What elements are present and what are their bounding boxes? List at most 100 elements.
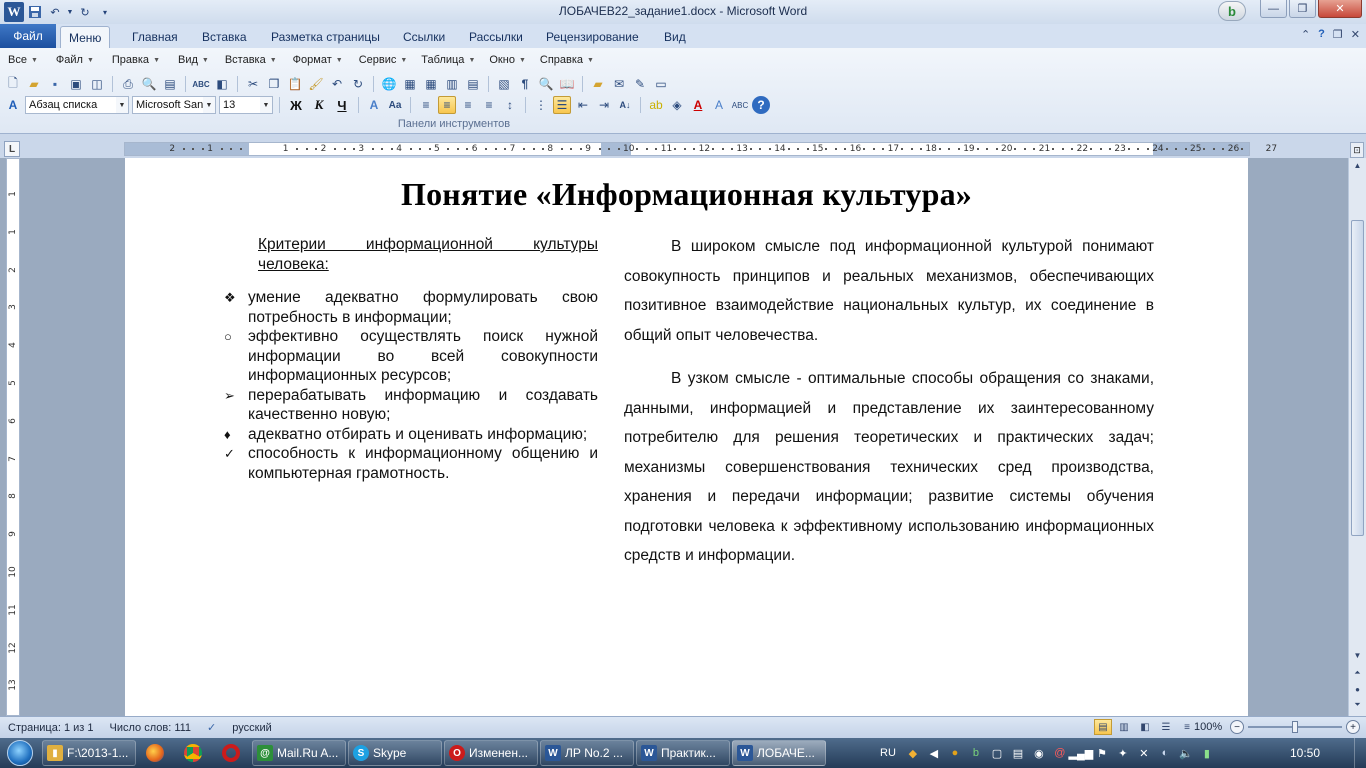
open-icon[interactable]: ▰: [25, 75, 43, 93]
drawing-icon[interactable]: ▤: [464, 75, 482, 93]
menu-all[interactable]: Все ▼: [4, 52, 42, 68]
save-as-web-icon[interactable]: ▣: [67, 75, 85, 93]
taskbar-item-word-current[interactable]: W ЛОБАЧЕ...: [732, 740, 826, 766]
zoom-slider[interactable]: − +: [1230, 720, 1360, 734]
align-left-icon[interactable]: ≡: [417, 96, 435, 114]
font-select[interactable]: Microsoft Sans Serif▼: [132, 96, 216, 114]
tables-borders-icon[interactable]: ▦: [401, 75, 419, 93]
menu-tools[interactable]: Сервис ▼: [355, 52, 412, 68]
tab-review[interactable]: Рецензирование: [538, 26, 647, 48]
cut-icon[interactable]: ✂: [244, 75, 262, 93]
scroll-up-icon[interactable]: ▲: [1351, 158, 1364, 172]
increase-indent-icon[interactable]: ⇥: [595, 96, 613, 114]
redo-icon[interactable]: ↻: [349, 75, 367, 93]
zoom-knob[interactable]: [1292, 721, 1298, 733]
paste-icon[interactable]: 📋: [286, 75, 304, 93]
research-icon[interactable]: ◧: [213, 75, 231, 93]
read-icon[interactable]: 📖: [558, 75, 576, 93]
flag-icon[interactable]: ⚑: [1094, 745, 1110, 761]
taskbar-item-mailru[interactable]: @ Mail.Ru A...: [252, 740, 346, 766]
outline-icon[interactable]: ☰: [1157, 719, 1175, 735]
justify-icon[interactable]: ≡: [438, 96, 456, 114]
hyperlink-icon[interactable]: 🌐: [380, 75, 398, 93]
help-icon[interactable]: ?: [752, 96, 770, 114]
zoom-out-icon[interactable]: −: [1230, 720, 1244, 734]
menu-window[interactable]: Окно ▼: [485, 52, 530, 68]
sort-icon[interactable]: A↓: [616, 96, 634, 114]
undo-icon[interactable]: ↶: [46, 3, 64, 21]
taskbar-item-word-practice[interactable]: W Практик...: [636, 740, 730, 766]
line-spacing-icon[interactable]: ↕: [501, 96, 519, 114]
italic-button[interactable]: К: [309, 96, 329, 114]
firefox-icon[interactable]: [136, 740, 174, 766]
tab-references[interactable]: Ссылки: [395, 26, 453, 48]
zoom-icon[interactable]: 🔍: [537, 75, 555, 93]
taskbar-item-skype[interactable]: S Skype: [348, 740, 442, 766]
menu-help[interactable]: Справка ▼: [536, 52, 598, 68]
folder-icon[interactable]: ▰: [589, 75, 607, 93]
font-color-icon[interactable]: A: [689, 96, 707, 114]
clear-formatting-icon[interactable]: A: [710, 96, 728, 114]
vertical-ruler[interactable]: 1 1 2 3 4 5 6 7 8 9 10 11 12 13: [6, 158, 20, 716]
align-right-icon[interactable]: ≡: [480, 96, 498, 114]
tray-app-icon[interactable]: ✕: [1136, 745, 1152, 761]
show-hide-icon[interactable]: ¶: [516, 75, 534, 93]
menu-file[interactable]: Файл ▼: [52, 52, 98, 68]
signal-icon[interactable]: ▂▄▆: [1069, 745, 1094, 761]
battery-icon[interactable]: ▮: [1199, 745, 1215, 761]
text-box-icon[interactable]: ▭: [652, 75, 670, 93]
permission-icon[interactable]: ◫: [88, 75, 106, 93]
scroll-down-icon[interactable]: ▼: [1351, 648, 1364, 662]
volume-icon[interactable]: ◀: [926, 745, 942, 761]
text-effects-icon[interactable]: A: [365, 96, 383, 114]
columns-icon[interactable]: ▥: [443, 75, 461, 93]
vertical-scrollbar[interactable]: ▲ ▼ ⏶ ● ⏷: [1348, 158, 1366, 716]
window-close-icon[interactable]: ✕: [1351, 28, 1360, 41]
language-indicator[interactable]: русский: [224, 722, 279, 734]
previous-page-icon[interactable]: ⏶: [1351, 666, 1364, 680]
tab-file[interactable]: Файл: [0, 24, 56, 48]
taskbar-item-explorer[interactable]: ▮ F:\2013-1...: [42, 740, 136, 766]
numbering-icon[interactable]: ⋮: [532, 96, 550, 114]
tab-view[interactable]: Вид: [656, 26, 694, 48]
close-button[interactable]: ✕: [1318, 0, 1362, 18]
change-case-icon[interactable]: Aa: [386, 96, 404, 114]
decrease-indent-icon[interactable]: ⇤: [574, 96, 592, 114]
undo-icon[interactable]: ↶: [328, 75, 346, 93]
tab-menu[interactable]: Меню: [60, 26, 111, 48]
show-desktop-button[interactable]: [1354, 738, 1366, 768]
copy-icon[interactable]: ❐: [265, 75, 283, 93]
save-icon[interactable]: ▪: [46, 75, 64, 93]
document-map-icon[interactable]: ▧: [495, 75, 513, 93]
tray-app-icon[interactable]: ◆: [905, 745, 921, 761]
start-button[interactable]: [0, 738, 40, 768]
proofing-icon[interactable]: ✓: [199, 721, 224, 734]
print-preview-icon[interactable]: 🔍: [140, 75, 158, 93]
mail-icon[interactable]: @: [1052, 745, 1068, 761]
scroll-thumb[interactable]: [1351, 220, 1364, 536]
document-page[interactable]: Понятие «Информационная культура» Критер…: [125, 158, 1248, 716]
tray-app-icon[interactable]: ●: [947, 745, 963, 761]
new-document-icon[interactable]: 🗋: [4, 75, 22, 93]
style-select[interactable]: Абзац списка ▼: [25, 96, 129, 114]
select-browse-object-icon[interactable]: ●: [1351, 682, 1364, 696]
window-restore-icon[interactable]: ❐: [1333, 28, 1343, 41]
page-setup-icon[interactable]: ▤: [161, 75, 179, 93]
tab-selector[interactable]: L: [4, 141, 20, 157]
tab-mailings[interactable]: Рассылки: [461, 26, 531, 48]
styles-icon[interactable]: ✎: [631, 75, 649, 93]
chrome-icon[interactable]: [174, 740, 212, 766]
opera-icon[interactable]: [212, 740, 250, 766]
underline-button[interactable]: Ч: [332, 96, 352, 114]
zoom-level[interactable]: 100%: [1194, 721, 1222, 733]
word-icon[interactable]: W: [4, 2, 24, 22]
format-painter-icon[interactable]: 🖌: [307, 75, 325, 93]
customize-qat-icon[interactable]: ▾: [96, 3, 114, 21]
page-count[interactable]: Страница: 1 из 1: [0, 722, 102, 734]
insert-table-icon[interactable]: ▦: [422, 75, 440, 93]
font-size-select[interactable]: 13 ▼: [219, 96, 273, 114]
horizontal-ruler[interactable]: 2 1 1 2 3 4 5 6 7 8 9 10 11 12 13 14 15 16 17 18 19 20 21 22 23 2…: [124, 142, 1277, 156]
menu-view[interactable]: Вид ▼: [174, 52, 213, 68]
tab-insert[interactable]: Вставка: [194, 26, 255, 48]
bing-icon[interactable]: b: [968, 745, 984, 761]
